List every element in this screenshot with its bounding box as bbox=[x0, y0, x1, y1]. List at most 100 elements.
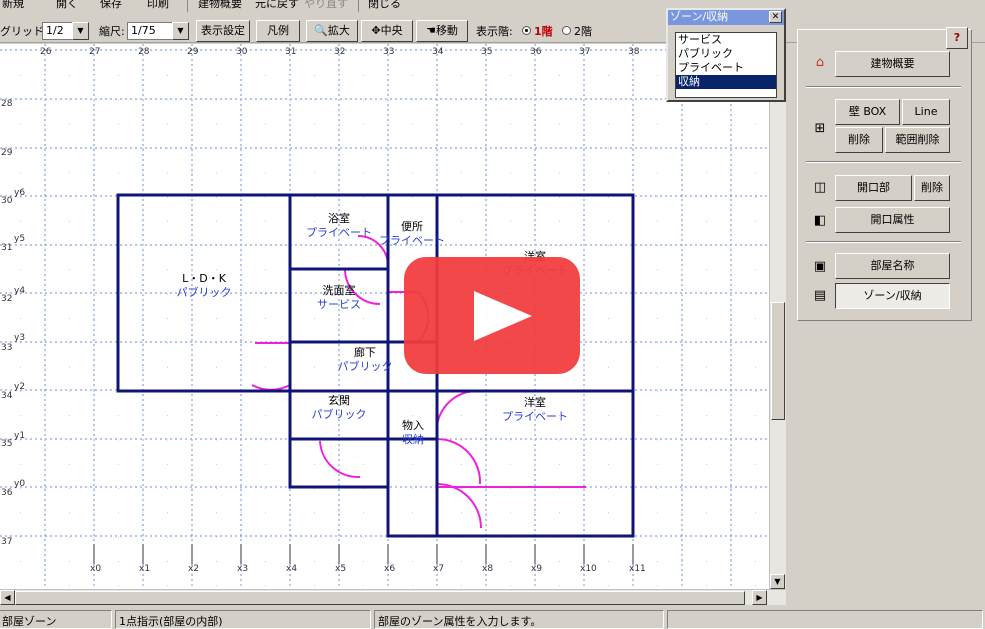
floor-plan-canvas[interactable]: 26 27 28 29 30 31 32 33 34 35 36 37 38 28 29 y6 30 y5 31 y4… bbox=[0, 44, 769, 589]
horizontal-scroll-thumb[interactable] bbox=[15, 591, 745, 605]
floor-plan-svg[interactable]: 26 27 28 29 30 31 32 33 34 35 36 37 382829y630y531y4… bbox=[0, 44, 769, 589]
zoom-button[interactable]: 🔍拡大 bbox=[306, 20, 358, 42]
grid-dot bbox=[44, 318, 46, 319]
grid-dot bbox=[657, 463, 658, 465]
grid-dot bbox=[755, 415, 756, 417]
grid-dot bbox=[240, 512, 242, 514]
close-icon[interactable]: ✕ bbox=[769, 11, 782, 23]
menu-close[interactable]: 閉じる bbox=[368, 0, 401, 11]
opening-attribute-button[interactable]: 開口属性 bbox=[835, 207, 950, 233]
floor1-radio[interactable] bbox=[522, 26, 531, 35]
menu-redo[interactable]: やり直す bbox=[304, 0, 348, 11]
grid-dot bbox=[461, 463, 462, 465]
room-zone-label: パブリック bbox=[312, 407, 367, 421]
grid-dot bbox=[93, 415, 95, 417]
grid-dot bbox=[118, 536, 119, 538]
grid-dot bbox=[314, 245, 315, 247]
vertical-scrollbar[interactable]: ▼ bbox=[769, 44, 786, 589]
menu-print[interactable]: 印刷 bbox=[147, 0, 169, 11]
zone-option-storage[interactable]: 収納 bbox=[676, 75, 776, 89]
floor2-radio[interactable] bbox=[562, 26, 571, 35]
scroll-right-arrow-icon[interactable]: ▶ bbox=[752, 590, 767, 605]
grid-dot bbox=[338, 318, 340, 319]
grid-dot bbox=[289, 536, 291, 538]
line-button[interactable]: Line bbox=[902, 99, 950, 125]
grid-dot bbox=[142, 245, 144, 247]
menu-save[interactable]: 保存 bbox=[100, 0, 122, 11]
menu-open[interactable]: 開く bbox=[56, 0, 78, 11]
help-button[interactable]: ? bbox=[946, 27, 968, 49]
grid-dot bbox=[608, 196, 609, 198]
chevron-down-icon[interactable]: ▼ bbox=[172, 22, 189, 40]
grid-dot bbox=[167, 147, 168, 149]
zone-storage-button[interactable]: ゾーン/収納 bbox=[835, 283, 950, 309]
grid-dot bbox=[69, 512, 70, 514]
scroll-left-arrow-icon[interactable]: ◀ bbox=[0, 590, 15, 605]
grid-dot bbox=[265, 269, 266, 271]
grid-dot bbox=[69, 488, 70, 490]
grid-dot bbox=[363, 220, 364, 222]
status-mode: 部屋ゾーン bbox=[0, 610, 112, 629]
grid-dot bbox=[387, 585, 389, 587]
scale-select[interactable]: 1/75 bbox=[127, 22, 173, 40]
grid-dot bbox=[706, 536, 707, 538]
move-button[interactable]: ☚移動 bbox=[416, 20, 468, 42]
display-settings-button[interactable]: 表示設定 bbox=[196, 20, 250, 42]
vertical-scroll-thumb[interactable] bbox=[771, 302, 785, 420]
grid-select[interactable]: 1/2 bbox=[42, 22, 74, 40]
menu-new[interactable]: 新規 bbox=[2, 0, 24, 11]
menu-bar: 新規 開く 保存 印刷 建物概要 元に戻す やり直す 閉じる bbox=[0, 0, 985, 13]
grid-dot bbox=[730, 318, 732, 319]
zone-storage-icon: ▤ bbox=[813, 288, 827, 303]
grid-dot bbox=[657, 512, 658, 514]
video-play-button[interactable] bbox=[404, 257, 580, 374]
bottom-axis-label: x10 bbox=[580, 564, 597, 574]
grid-dot bbox=[363, 123, 364, 125]
grid-dot bbox=[240, 488, 242, 490]
menu-building-overview[interactable]: 建物概要 bbox=[198, 0, 242, 11]
grid-dot bbox=[142, 172, 144, 174]
wall-delete-button[interactable]: 削除 bbox=[835, 127, 883, 153]
horizontal-scrollbar[interactable]: ◀ ▶ bbox=[0, 589, 786, 605]
menu-undo[interactable]: 元に戻す bbox=[255, 0, 299, 11]
chevron-down-icon[interactable]: ▼ bbox=[72, 22, 89, 40]
grid-dot bbox=[167, 366, 168, 368]
floor1-label[interactable]: 1階 bbox=[534, 23, 553, 39]
bottom-axis-label: x9 bbox=[531, 564, 542, 574]
grid-dot bbox=[387, 147, 389, 149]
center-button[interactable]: ✥中央 bbox=[361, 20, 413, 42]
grid-dot bbox=[44, 245, 46, 247]
zone-window-title[interactable]: ゾーン/収納 bbox=[668, 10, 784, 25]
grid-dot bbox=[265, 536, 266, 538]
grid-dot bbox=[20, 75, 21, 76]
grid-dot bbox=[240, 366, 242, 368]
grid-dot bbox=[216, 269, 217, 271]
wall-box-button[interactable]: 壁 BOX bbox=[835, 99, 900, 125]
grid-dot bbox=[240, 342, 242, 344]
zone-option-private[interactable]: プライベート bbox=[676, 61, 776, 75]
legend-button[interactable]: 凡例 bbox=[256, 20, 300, 42]
zone-storage-window[interactable]: ゾーン/収納 ✕ サービス パブリック プライベート 収納 bbox=[666, 8, 786, 102]
building-overview-button[interactable]: 建物概要 bbox=[835, 51, 950, 77]
zone-option-service[interactable]: サービス bbox=[676, 33, 776, 47]
opening-button[interactable]: 開口部 bbox=[835, 175, 912, 201]
zone-option-public[interactable]: パブリック bbox=[676, 47, 776, 61]
grid-dot bbox=[216, 536, 217, 538]
range-delete-button[interactable]: 範囲削除 bbox=[885, 127, 950, 153]
grid-dot bbox=[265, 561, 266, 562]
zone-listbox[interactable]: サービス パブリック プライベート 収納 bbox=[675, 32, 777, 98]
room-name-button[interactable]: 部屋名称 bbox=[835, 253, 950, 279]
grid-dot bbox=[118, 439, 119, 441]
grid-dot bbox=[436, 172, 438, 174]
top-axis-label: 31 bbox=[285, 47, 296, 57]
left-axis-label: 35 bbox=[1, 439, 12, 449]
grid-dot bbox=[191, 463, 193, 465]
floor2-label[interactable]: 2階 bbox=[574, 23, 592, 39]
opening-delete-button[interactable]: 削除 bbox=[914, 175, 950, 201]
scroll-down-arrow-icon[interactable]: ▼ bbox=[770, 574, 785, 589]
grid-dot bbox=[118, 99, 119, 101]
grid-dot bbox=[485, 439, 487, 441]
grid-dot bbox=[608, 366, 609, 368]
grid-dot bbox=[314, 585, 315, 587]
grid-dot bbox=[608, 172, 609, 174]
